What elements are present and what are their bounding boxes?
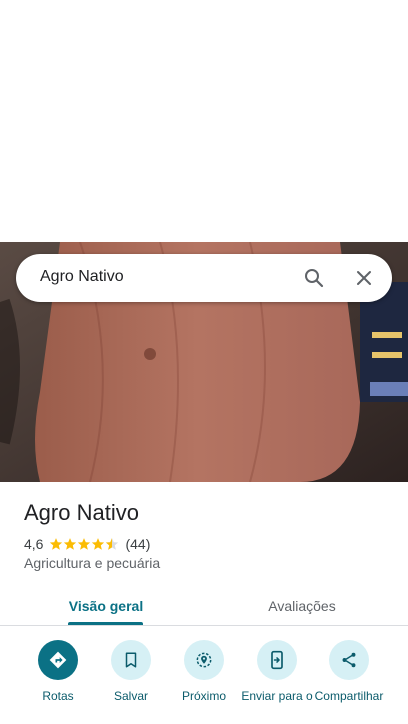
bookmark-icon [125,652,137,668]
half-star-icon [106,538,119,550]
tab-bar: Visão geral Avaliações [0,586,408,626]
directions-icon [49,651,67,669]
directions-button[interactable]: Rotas [22,640,94,704]
place-category: Agricultura e pecuária [24,555,161,571]
share-circle [329,640,369,680]
nearby-icon [196,652,212,668]
star-icon [78,538,91,550]
save-label: Salvar [113,689,148,703]
save-button[interactable]: Salvar [95,640,167,704]
directions-circle [38,640,78,680]
nearby-button[interactable]: Próximo [168,640,240,704]
active-tab-indicator [68,622,143,625]
place-title: Agro Nativo [24,500,139,525]
tab-reviews[interactable]: Avaliações [230,586,374,626]
share-label: Compartilhar [314,689,384,703]
close-icon[interactable] [352,266,376,290]
share-icon [342,652,356,668]
map-blank-area [0,0,408,242]
star-icon [64,538,77,550]
star-icon [92,538,105,550]
save-circle [111,640,151,680]
action-buttons: Rotas Salvar Próximo Enviar para o Compa… [0,640,408,724]
rating-row[interactable]: 4,6 (44) [24,535,150,553]
nearby-label: Próximo [181,689,226,703]
rating-value: 4,6 [24,536,44,552]
nearby-circle [184,640,224,680]
star-icon [50,538,63,550]
share-button[interactable]: Compartilhar [313,640,385,704]
review-count[interactable]: (44) [125,536,150,552]
star-rating [49,537,119,551]
send-to-phone-icon [271,650,283,670]
send-to-phone-circle [257,640,297,680]
send-to-phone-label: Enviar para o [241,689,313,703]
search-query-text[interactable]: Agro Nativo [40,268,124,286]
send-to-phone-button[interactable]: Enviar para o [241,640,313,704]
directions-label: Rotas [42,689,74,703]
search-bar[interactable]: Agro Nativo [16,254,392,302]
search-icon[interactable] [302,266,326,290]
tab-overview[interactable]: Visão geral [34,586,178,626]
